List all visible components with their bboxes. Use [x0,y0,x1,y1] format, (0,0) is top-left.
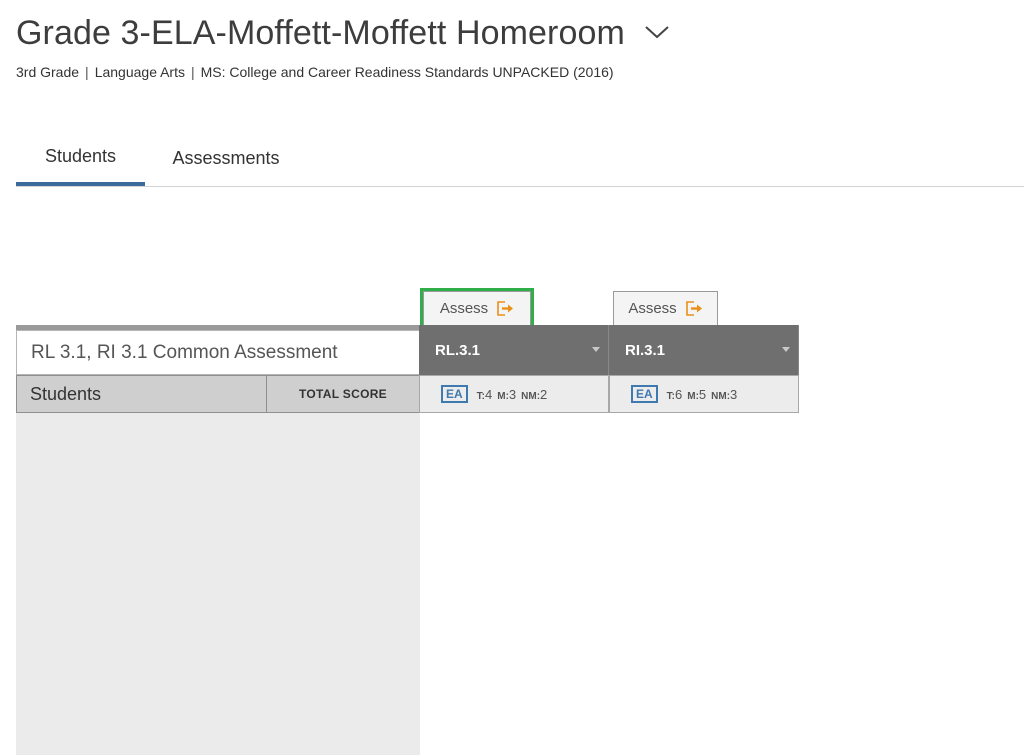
title-row: Grade 3-ELA-Moffett-Moffett Homeroom [16,14,671,53]
stat-key: NM: [711,390,731,402]
assessment-name: RL 3.1, RI 3.1 Common Assessment [16,330,420,375]
tab-bar: Students Assessments [16,130,1024,187]
students-column-header[interactable]: Students [16,375,267,413]
separator: | [190,64,195,80]
stat-mastered: M:3 [497,387,516,402]
stat-value: 2 [540,386,548,402]
standard-code: RI.3.1 [625,341,666,359]
standard-code: RL.3.1 [435,341,481,359]
tab-assessments[interactable]: Assessments [151,130,301,186]
stat-key: M: [497,390,509,402]
stat-value: 4 [485,386,493,402]
export-arrow-icon [496,300,514,317]
assess-button-rl-3-1[interactable]: Assess [420,288,534,328]
page-header: Grade 3-ELA-Moffett-Moffett Homeroom 3rd… [16,14,671,80]
stat-value: 3 [730,386,738,402]
standards-label: MS: College and Career Readiness Standar… [200,64,614,80]
stat-mastered: M:5 [687,387,706,402]
stat-total: T:4 [477,387,493,402]
standard-header-ri-3-1[interactable]: RI.3.1 [609,325,799,375]
stat-not-mastered: NM:2 [521,387,547,402]
stat-total: T:6 [667,387,683,402]
subject-label: Language Arts [94,64,185,80]
assess-button-ri-3-1[interactable]: Assess [613,291,718,325]
students-list-panel [16,413,420,755]
page-title: Grade 3-ELA-Moffett-Moffett Homeroom [16,14,625,52]
caret-down-icon[interactable] [592,347,600,352]
total-score-column-header[interactable]: TOTAL SCORE [266,375,420,413]
ea-badge[interactable]: EA [441,385,468,403]
stat-key: M: [687,390,699,402]
stat-key: T: [666,390,676,402]
standard-stats-ri-3-1: EA T:6 M:5 NM:3 [609,375,799,413]
caret-down-icon[interactable] [782,347,790,352]
stat-value: 3 [508,386,517,402]
assess-button-label: Assess [439,300,489,317]
stat-not-mastered: NM:3 [711,387,737,402]
assess-button-label: Assess [628,300,677,317]
chevron-down-icon[interactable] [643,22,671,42]
separator: | [85,64,89,80]
class-subtitle: 3rd Grade | Language Arts | MS: College and … [16,64,614,80]
tab-students[interactable]: Students [16,130,145,186]
stat-value: 6 [675,386,683,402]
ea-badge[interactable]: EA [631,385,658,403]
grade-label: 3rd Grade [16,64,80,80]
stat-key: T: [476,390,486,402]
standard-stats-rl-3-1: EA T:4 M:3 NM:2 [419,375,609,413]
export-arrow-icon [685,300,703,317]
stat-value: 5 [698,386,707,402]
stat-key: NM: [521,390,541,402]
standard-header-rl-3-1[interactable]: RL.3.1 [419,325,609,375]
